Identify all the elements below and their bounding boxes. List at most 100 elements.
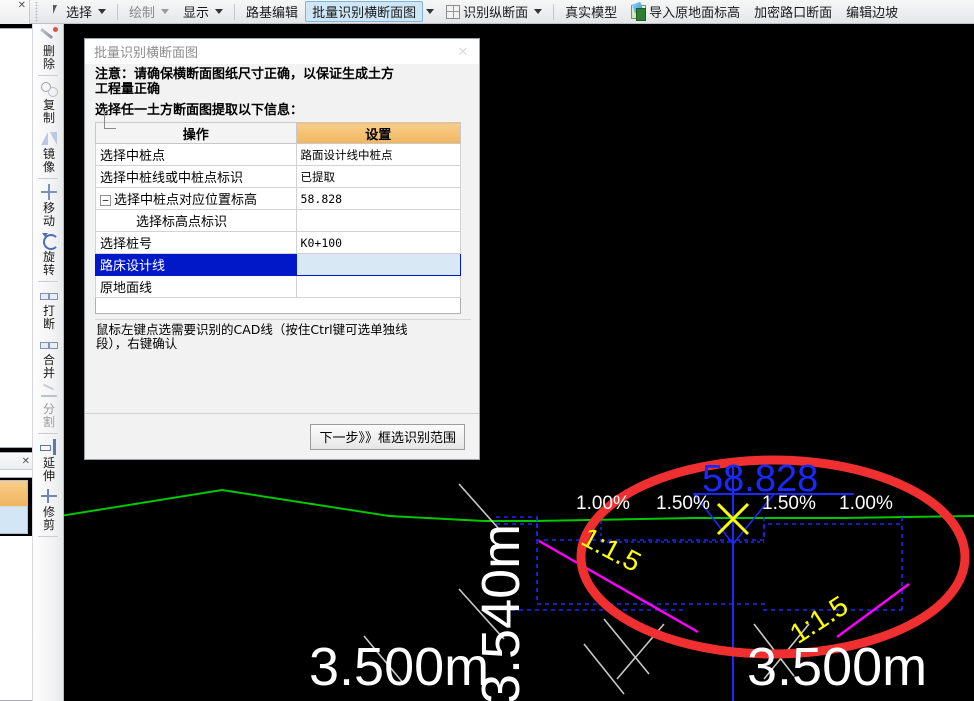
toolbar-item-display-label: 显示 xyxy=(183,5,210,20)
chevron-down-icon-2[interactable] xyxy=(161,9,170,14)
main-toolbar[interactable]: ✕ 选择 绘制 显示 路基编辑 批量识别横断面图 识别纵断面 真实模型 导入原地… xyxy=(0,0,974,24)
row-label-center-stake-line: 选择中桩线或中桩点标识 xyxy=(95,165,297,188)
toolbar-item-select[interactable]: 选择 xyxy=(45,1,113,22)
left-docked-panel-bottom[interactable] xyxy=(0,536,34,701)
toolbar-item-select-label: 选择 xyxy=(66,5,93,20)
toolbar-item-import-elevation[interactable]: 导入原地面标高 xyxy=(624,1,747,22)
toolbar-item-profile-recognize-label: 识别纵断面 xyxy=(463,5,529,20)
close-icon-dialog[interactable]: ✕ xyxy=(447,39,479,64)
grade-label-2: 1.50% xyxy=(656,493,710,514)
chevron-down-icon-3[interactable] xyxy=(215,9,224,14)
close-icon-2[interactable]: ✕ xyxy=(22,456,30,467)
tool-separator-2 xyxy=(38,178,58,179)
table-row-stake-number[interactable]: 选择桩号 K0+100 xyxy=(95,231,462,254)
dialog-titlebar[interactable]: 批量识别横断面图 ✕ xyxy=(85,39,479,64)
row-value-elevation-marker[interactable] xyxy=(295,209,462,232)
tree-collapse-icon[interactable]: − xyxy=(100,195,111,207)
toolbar-separator-3 xyxy=(553,3,555,20)
toolbar-item-batch-cross-section[interactable]: 批量识别横断面图 xyxy=(305,1,424,22)
tool-copy-label: 复制 xyxy=(42,98,55,125)
toolbar-item-edit-slope[interactable]: 编辑边坡 xyxy=(839,1,905,22)
row-value-original-ground-line[interactable] xyxy=(295,275,462,298)
tool-move[interactable]: 移动 xyxy=(33,181,65,230)
left-panel-swatches[interactable] xyxy=(0,480,28,534)
tool-rotate[interactable]: 旋转 xyxy=(33,230,65,279)
row-value-stake-number[interactable]: K0+100 xyxy=(295,231,462,254)
row-label-center-elevation-text: 选择中桩点对应位置标高 xyxy=(114,192,258,207)
row-value-roadbed-design-line[interactable] xyxy=(295,253,462,276)
tool-extend-label: 延伸 xyxy=(42,456,55,483)
chevron-down-icon-4[interactable] xyxy=(426,9,435,14)
tool-separator-3 xyxy=(38,281,58,282)
dialog-footer: 下一步》》框选识别范围 xyxy=(85,413,479,459)
toolbar-drag-handle[interactable] xyxy=(34,1,42,22)
swatch-orange xyxy=(0,481,27,507)
grid-icon xyxy=(446,4,461,19)
tool-merge-label: 合并 xyxy=(42,353,55,380)
cursor-icon xyxy=(52,5,63,18)
settings-table[interactable]: 操作 设置 选择中桩点 路面设计线中桩点 选择中桩线或中桩点标识 已提取 − 选… xyxy=(95,111,462,298)
chevron-down-icon-5[interactable] xyxy=(534,9,543,14)
swatch-blue xyxy=(0,507,27,533)
toolbar-item-densify-intersection-label: 加密路口断面 xyxy=(754,5,833,20)
tool-split[interactable]: 分割 xyxy=(33,382,65,431)
tool-extend[interactable]: 延伸 xyxy=(33,436,65,485)
dialog-subtitle: 选择任一土方断面图提取以下信息： xyxy=(95,102,304,117)
settings-table-empty-area xyxy=(95,298,461,314)
table-row-original-ground-line[interactable]: 原地面线 xyxy=(95,275,462,298)
row-value-center-stake-point[interactable]: 路面设计线中桩点 xyxy=(295,143,462,166)
dialog-hint-text: 鼠标左键点选需要识别的CAD线（按住Ctrl键可选单独线 段），右键确认 xyxy=(95,319,471,391)
row-label-original-ground-line: 原地面线 xyxy=(95,275,297,298)
table-row-center-stake-point[interactable]: 选择中桩点 路面设计线中桩点 xyxy=(95,143,462,166)
right-width-dimension: 3.500m xyxy=(747,637,928,697)
toolbar-item-profile-recognize[interactable]: 识别纵断面 xyxy=(439,1,549,22)
tool-rotate-label: 旋转 xyxy=(42,250,55,277)
eraser-icon xyxy=(39,26,59,44)
tool-mirror-label: 镜像 xyxy=(42,147,55,174)
tool-break[interactable]: 打断 xyxy=(33,284,65,333)
split-icon xyxy=(39,384,59,402)
tool-merge[interactable]: 合并 xyxy=(33,333,65,382)
toolbar-item-edit-slope-label: 编辑边坡 xyxy=(846,5,899,20)
left-tool-strip[interactable]: 删除 复制 镜像 移动 旋转 打断 合并 分割 延伸 修剪 xyxy=(32,24,64,701)
batch-cross-section-dialog[interactable]: 批量识别横断面图 ✕ 注意：请确保横断面图纸尺寸正确，以保证生成土方 工程量正确… xyxy=(84,38,480,460)
tool-delete[interactable]: 删除 xyxy=(33,24,65,73)
row-value-center-stake-line[interactable]: 已提取 xyxy=(295,165,462,188)
left-docked-panel-middle[interactable] xyxy=(0,28,34,448)
tool-copy[interactable]: 复制 xyxy=(33,78,65,127)
table-row-elevation-marker[interactable]: 选择标高点标识 xyxy=(95,111,462,232)
toolbar-item-draw[interactable]: 绘制 xyxy=(122,1,176,22)
tool-mirror[interactable]: 镜像 xyxy=(33,127,65,176)
next-step-button[interactable]: 下一步》》框选识别范围 xyxy=(310,423,465,450)
dialog-hint-line1: 鼠标左键点选需要识别的CAD线（按住Ctrl键可选单独线 xyxy=(96,322,408,337)
table-row-center-elevation[interactable]: − 选择中桩点对应位置标高 58.828 xyxy=(95,187,462,210)
left-panel-titlebar: ✕ xyxy=(0,453,33,470)
tool-delete-label: 删除 xyxy=(42,44,55,71)
toolbar-item-draw-label: 绘制 xyxy=(129,5,156,20)
toolbar-item-real-model[interactable]: 真实模型 xyxy=(558,1,624,22)
tool-trim[interactable]: 修剪 xyxy=(33,485,65,534)
left-width-dimension: 3.500m xyxy=(309,637,490,697)
dialog-hint-line2: 段），右键确认 xyxy=(96,336,178,351)
grade-label-4: 1.00% xyxy=(839,493,893,514)
excel-import-icon xyxy=(631,4,647,21)
copy-icon xyxy=(39,80,59,98)
row-label-elevation-marker-text: 选择标高点标识 xyxy=(136,214,228,229)
merge-icon xyxy=(39,335,59,353)
toolbar-item-import-elevation-label: 导入原地面标高 xyxy=(649,5,741,20)
toolbar-item-densify-intersection[interactable]: 加密路口断面 xyxy=(747,1,839,22)
chevron-down-icon[interactable] xyxy=(98,9,107,14)
tool-separator-4 xyxy=(38,433,58,434)
mirror-icon xyxy=(39,129,59,147)
table-header-row: 操作 设置 xyxy=(95,122,462,144)
toolbar-item-display[interactable]: 显示 xyxy=(176,1,230,22)
table-row-center-stake-line[interactable]: 选择中桩线或中桩点标识 已提取 xyxy=(95,165,462,188)
grade-label-3: 1.50% xyxy=(762,493,816,514)
left-docked-panel-header[interactable]: ✕ xyxy=(0,452,34,478)
row-value-center-elevation[interactable]: 58.828 xyxy=(295,187,462,210)
rotate-icon xyxy=(39,232,59,250)
toolbar-item-subgrade-edit[interactable]: 路基编辑 xyxy=(239,1,305,22)
close-icon-3[interactable]: ✕ xyxy=(18,0,26,11)
table-row-roadbed-design-line[interactable]: 路床设计线 xyxy=(95,253,462,276)
break-icon xyxy=(39,286,59,304)
